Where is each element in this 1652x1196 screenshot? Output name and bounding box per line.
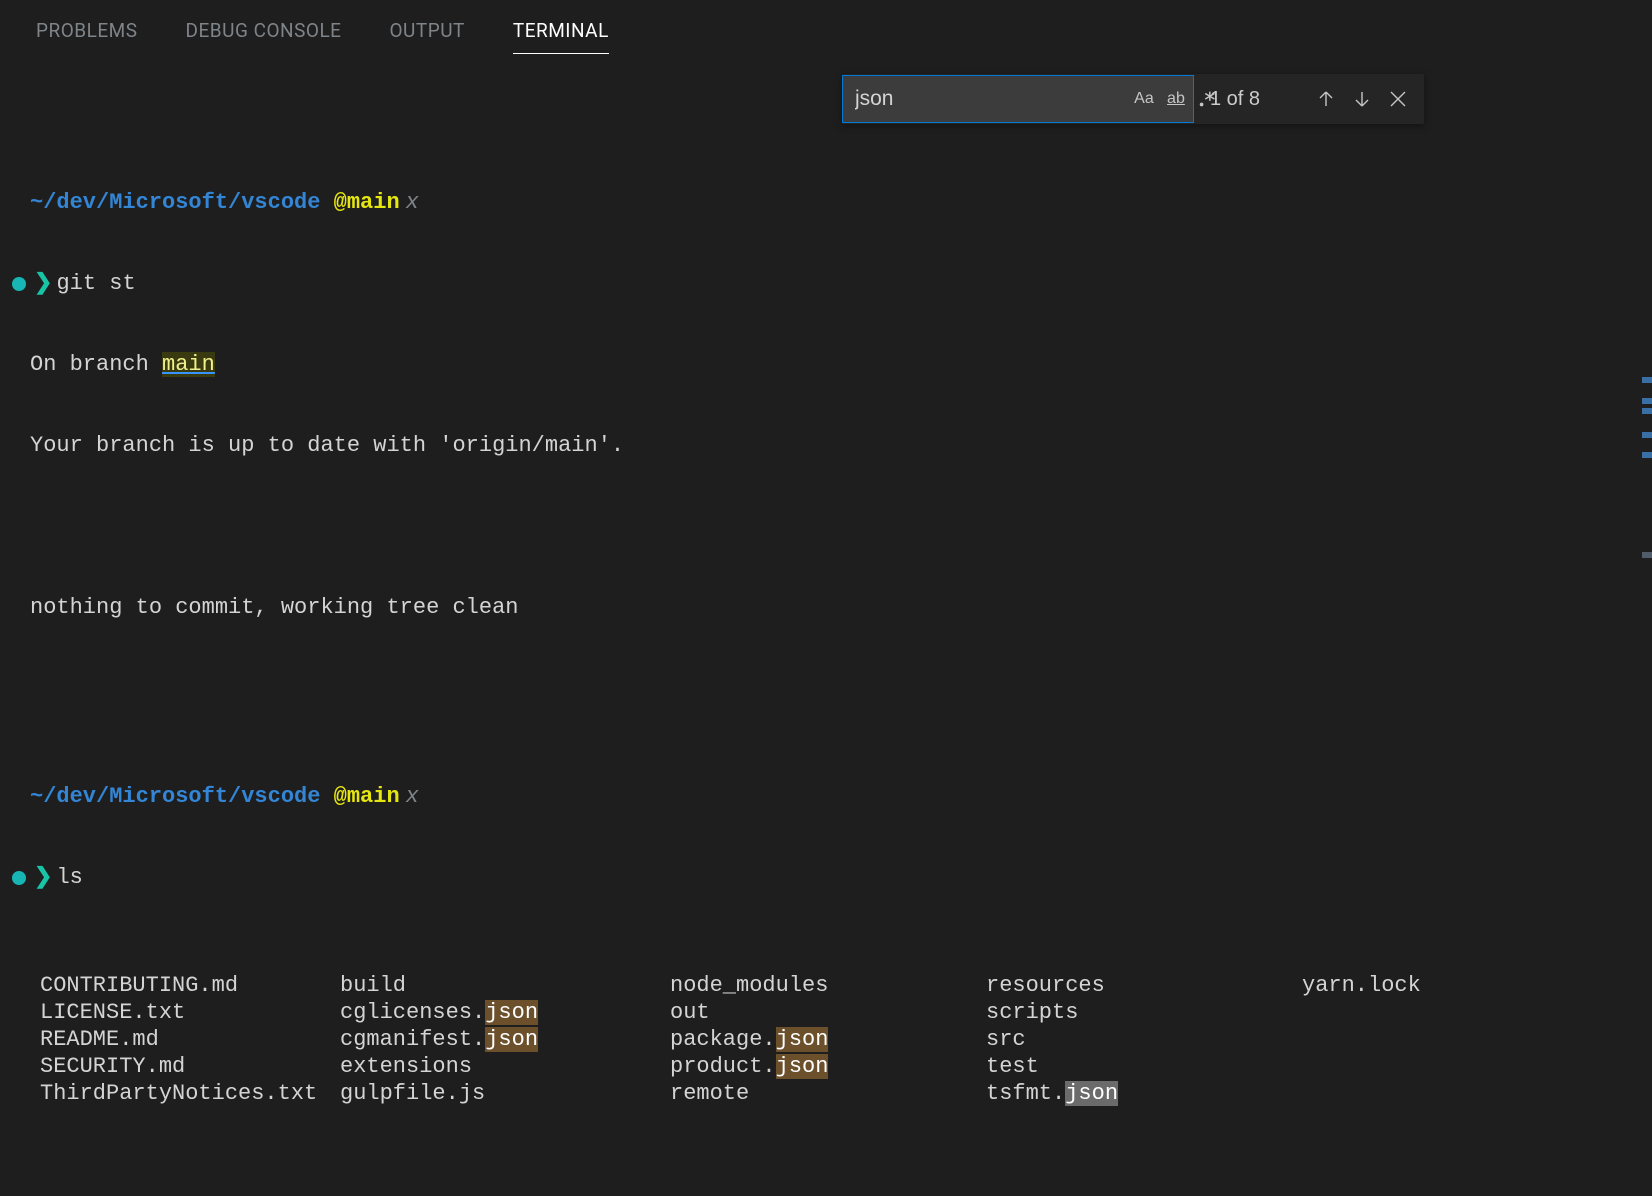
ls-output: CONTRIBUTING.md build node_modules resou…: [40, 972, 1652, 1107]
overview-ruler: [1634, 0, 1652, 598]
terminal-content[interactable]: ~/dev/Microsoft/vscode @main x ❯ git st …: [12, 108, 1652, 598]
ls-item: scripts: [986, 999, 1302, 1026]
cwd-path: ~/dev/Microsoft/vscode: [30, 189, 320, 216]
panel-tabs: PROBLEMS DEBUG CONSOLE OUTPUT TERMINAL: [0, 0, 1652, 54]
find-match: json: [776, 1054, 829, 1079]
ls-item: build: [340, 972, 670, 999]
prompt-dot: [12, 277, 26, 291]
ls-item: README.md: [40, 1026, 340, 1053]
find-match-current: json: [1065, 1081, 1118, 1106]
ls-item: src: [986, 1026, 1302, 1053]
git-branch-dirty-icon: x: [406, 189, 419, 216]
find-match: json: [485, 1000, 538, 1025]
ls-item: ThirdPartyNotices.txt: [40, 1080, 340, 1107]
find-match: json: [776, 1027, 829, 1052]
find-mark: [1642, 552, 1652, 558]
ls-item: tsfmt.json: [986, 1080, 1302, 1107]
git-branch: @main: [334, 783, 400, 810]
find-mark: [1642, 452, 1652, 458]
tab-debug-console[interactable]: DEBUG CONSOLE: [186, 0, 342, 54]
find-mark: [1642, 408, 1652, 414]
tab-problems[interactable]: PROBLEMS: [36, 0, 138, 54]
ls-item: gulpfile.js: [340, 1080, 670, 1107]
command-text: git st: [56, 270, 135, 297]
find-mark: [1642, 398, 1652, 404]
output-line: On branch main: [30, 351, 215, 378]
ls-item: extensions: [340, 1053, 670, 1080]
ls-item: test: [986, 1053, 1302, 1080]
ls-item: node_modules: [670, 972, 986, 999]
ls-item: cglicenses.json: [340, 999, 670, 1026]
ls-item: SECURITY.md: [40, 1053, 340, 1080]
ls-item: package.json: [670, 1026, 986, 1053]
find-mark: [1642, 377, 1652, 383]
ls-item: remote: [670, 1080, 986, 1107]
prompt-dot: [12, 871, 26, 885]
find-mark: [1642, 432, 1652, 438]
ls-item: LICENSE.txt: [40, 999, 340, 1026]
tab-terminal[interactable]: TERMINAL: [513, 0, 609, 54]
prompt-symbol: ❯: [34, 270, 52, 297]
cwd-path: ~/dev/Microsoft/vscode: [30, 783, 320, 810]
ls-item: resources: [986, 972, 1302, 999]
tab-output[interactable]: OUTPUT: [389, 0, 464, 54]
git-branch-dirty-icon: x: [406, 783, 419, 810]
prompt-symbol: ❯: [34, 864, 52, 891]
find-match: json: [485, 1027, 538, 1052]
output-line: nothing to commit, working tree clean: [30, 594, 518, 621]
command-text: ls: [56, 864, 82, 891]
ls-item: CONTRIBUTING.md: [40, 972, 340, 999]
ls-item: product.json: [670, 1053, 986, 1080]
branch-name-highlight: main: [162, 352, 215, 377]
ls-item: cgmanifest.json: [340, 1026, 670, 1053]
ls-item: yarn.lock: [1302, 972, 1652, 999]
git-branch: @main: [334, 189, 400, 216]
output-line: Your branch is up to date with 'origin/m…: [30, 432, 624, 459]
ls-item: out: [670, 999, 986, 1026]
